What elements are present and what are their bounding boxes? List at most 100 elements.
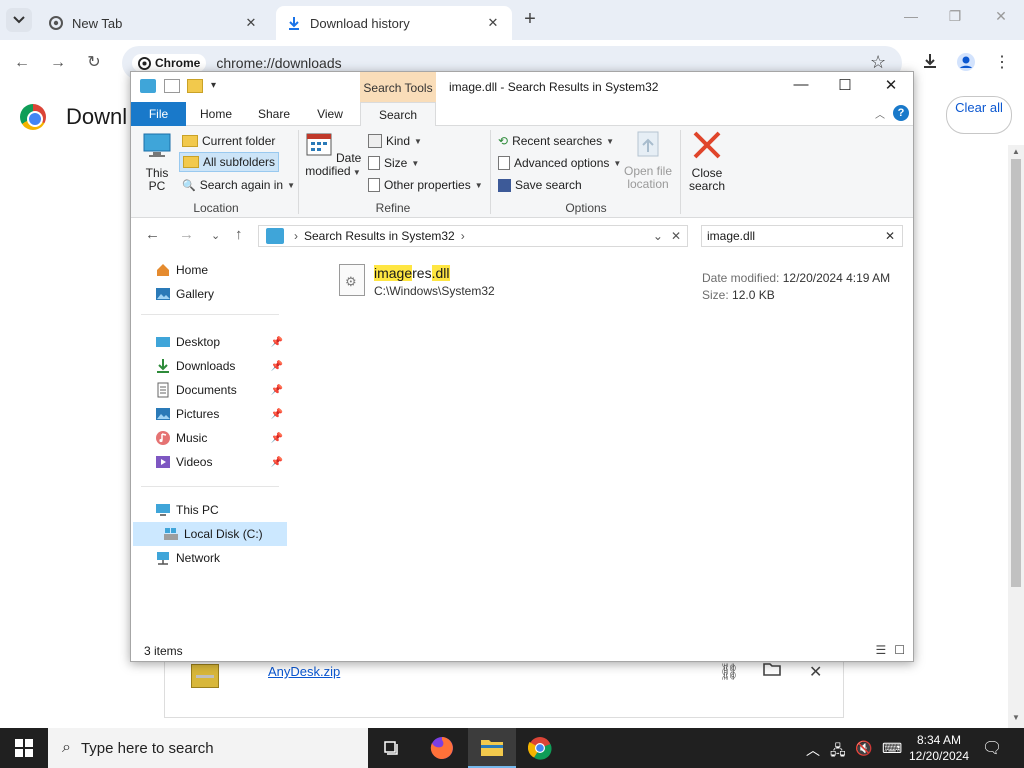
taskbar-firefox[interactable]: [418, 728, 466, 768]
taskbar-clock[interactable]: 8:34 AM 12/20/2024: [900, 732, 978, 764]
site-chip-label: Chrome: [155, 56, 201, 70]
nav-item-local-disk[interactable]: Local Disk (C:): [133, 522, 287, 546]
network-tray-icon[interactable]: 🖧: [830, 740, 846, 764]
pin-icon[interactable]: 📌: [271, 337, 283, 348]
nav-item-documents[interactable]: Documents 📌: [133, 378, 287, 402]
clear-all-button[interactable]: Clear all: [946, 96, 1012, 134]
advanced-options-label: Advanced options: [514, 156, 610, 170]
restore-icon[interactable]: ❐: [940, 8, 970, 32]
recent-locations-icon[interactable]: ⌄: [211, 229, 220, 242]
kind-button[interactable]: Kind ▼: [365, 131, 425, 151]
help-icon[interactable]: ?: [893, 105, 909, 121]
open-file-location-button[interactable]: Open file location: [621, 130, 675, 191]
customize-qat-icon[interactable]: ▾: [211, 79, 221, 93]
save-search-button[interactable]: Save search: [495, 175, 585, 195]
nav-item-this-pc[interactable]: This PC: [133, 498, 287, 522]
minimize-icon[interactable]: —: [781, 76, 821, 98]
nav-item-downloads[interactable]: Downloads 📌: [133, 354, 287, 378]
nav-item-gallery[interactable]: Gallery: [133, 282, 287, 306]
forward-icon[interactable]: →: [46, 51, 70, 75]
large-icons-view-icon[interactable]: ☐: [894, 643, 905, 657]
nav-item-music[interactable]: Music 📌: [133, 426, 287, 450]
collapse-ribbon-icon[interactable]: ︿: [875, 106, 885, 121]
recent-searches-button[interactable]: ⟲ Recent searches ▼: [495, 131, 617, 151]
all-subfolders-button[interactable]: All subfolders: [179, 152, 280, 172]
copy-link-icon[interactable]: ⛓: [719, 662, 739, 682]
nav-item-videos[interactable]: Videos 📌: [133, 450, 287, 474]
site-chip[interactable]: Chrome: [132, 54, 207, 72]
menu-dots-icon[interactable]: ⋮: [991, 52, 1013, 74]
volume-muted-icon[interactable]: 🔇: [855, 740, 872, 757]
forward-icon[interactable]: →: [179, 226, 194, 243]
clear-search-icon[interactable]: ✕: [885, 226, 895, 246]
tray-overflow-icon[interactable]: ︿: [806, 740, 820, 760]
tab-search[interactable]: Search: [360, 102, 436, 127]
profile-avatar-icon[interactable]: [955, 52, 977, 74]
bookmark-star-icon[interactable]: ☆: [870, 52, 886, 73]
taskbar-search-input[interactable]: ⌕ Type here to search: [48, 728, 368, 768]
chrome-icon: [48, 15, 64, 31]
minimize-icon[interactable]: —: [896, 8, 926, 32]
pin-icon[interactable]: 📌: [271, 433, 283, 444]
page-scrollbar[interactable]: ▲ ▼: [1008, 145, 1024, 728]
remove-icon[interactable]: ✕: [809, 662, 822, 682]
start-button[interactable]: [0, 728, 48, 768]
tab-home[interactable]: Home: [191, 102, 241, 126]
nav-item-home[interactable]: Home: [133, 258, 287, 282]
address-dropdown-icon[interactable]: ⌄: [653, 229, 663, 243]
details-view-icon[interactable]: ☰: [875, 643, 886, 657]
advanced-options-button[interactable]: Advanced options ▼: [495, 153, 624, 173]
new-folder-icon[interactable]: [187, 79, 203, 93]
back-icon[interactable]: ←: [145, 226, 160, 243]
downloads-icon[interactable]: [919, 52, 941, 74]
scroll-up-icon[interactable]: ▲: [1012, 147, 1020, 156]
pin-icon[interactable]: 📌: [271, 361, 283, 372]
search-input[interactable]: image.dll ✕: [701, 225, 903, 247]
show-in-folder-icon[interactable]: [763, 662, 781, 681]
taskbar-chrome[interactable]: [516, 728, 564, 768]
properties-icon[interactable]: [164, 79, 180, 93]
breadcrumb-search-results[interactable]: Search Results in System32: [304, 229, 455, 243]
reload-icon[interactable]: ↻: [82, 51, 106, 75]
size-button[interactable]: Size ▼: [365, 153, 422, 173]
up-icon[interactable]: ↑: [235, 226, 243, 243]
scroll-down-icon[interactable]: ▼: [1012, 713, 1020, 722]
new-tab-button[interactable]: +: [518, 8, 542, 32]
close-icon[interactable]: ✕: [871, 76, 911, 98]
result-item[interactable]: imageres.dll C:\Windows\System32: [339, 264, 495, 298]
task-view-button[interactable]: [368, 728, 416, 768]
tab-download-history[interactable]: Download history ✕: [276, 6, 512, 40]
nav-item-network[interactable]: Network: [133, 546, 287, 570]
other-properties-button[interactable]: Other properties ▼: [365, 175, 486, 195]
scroll-thumb[interactable]: [1011, 159, 1021, 587]
close-search-button[interactable]: Close search: [685, 130, 729, 193]
pin-icon[interactable]: 📌: [271, 457, 283, 468]
tab-new-tab[interactable]: New Tab ✕: [38, 6, 270, 40]
date-modified-button[interactable]: Date modified ▼: [303, 130, 363, 179]
download-filename-link[interactable]: AnyDesk.zip: [268, 664, 340, 679]
this-pc-label: This PC: [145, 166, 169, 193]
search-query-text: image.dll: [707, 229, 756, 243]
notification-icon[interactable]: 🗨: [982, 738, 1002, 758]
pin-icon[interactable]: 📌: [271, 409, 283, 420]
close-icon[interactable]: ✕: [242, 15, 260, 31]
pin-icon[interactable]: 📌: [271, 385, 283, 396]
search-again-in-button[interactable]: 🔍 Search again in ▼: [179, 175, 298, 195]
maximize-icon[interactable]: ☐: [825, 76, 865, 98]
close-icon[interactable]: ✕: [484, 15, 502, 31]
advanced-options-icon: [498, 156, 510, 170]
tab-file[interactable]: File: [131, 102, 186, 126]
address-bar[interactable]: › Search Results in System32 › ⌄ ✕: [258, 225, 688, 247]
address-clear-icon[interactable]: ✕: [671, 229, 681, 243]
close-window-icon[interactable]: ✕: [986, 8, 1016, 32]
taskbar-file-explorer[interactable]: [468, 728, 516, 768]
nav-item-desktop[interactable]: Desktop 📌: [133, 330, 287, 354]
tab-search-button[interactable]: [6, 8, 32, 32]
tab-share[interactable]: Share: [249, 102, 299, 126]
this-pc-button[interactable]: This PC: [141, 130, 173, 193]
taskbar: ⌕ Type here to search ︿ 🖧 🔇 ⌨ 8:34 AM 12…: [0, 728, 1024, 768]
tab-view[interactable]: View: [307, 102, 353, 126]
current-folder-button[interactable]: Current folder: [179, 131, 278, 151]
nav-item-pictures[interactable]: Pictures 📌: [133, 402, 287, 426]
back-icon[interactable]: ←: [10, 51, 34, 75]
